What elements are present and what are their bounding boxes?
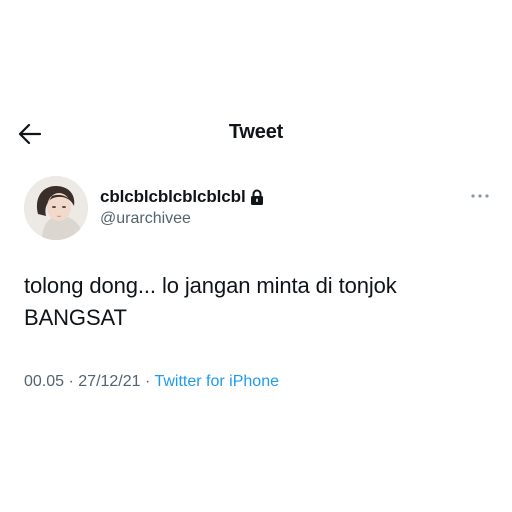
tweet-text-line: BANGSAT bbox=[24, 305, 127, 330]
display-name[interactable]: cblcblcblcblcblcbl bbox=[100, 187, 246, 207]
lock-icon bbox=[250, 189, 264, 205]
tweet-detail-page: Tweet cblcblcblcblcblcbl @urarchivee tol… bbox=[0, 0, 512, 512]
more-options-button[interactable] bbox=[468, 188, 492, 204]
tweet-date[interactable]: 27/12/21 bbox=[78, 373, 140, 390]
tweet-text: tolong dong... lo jangan minta di tonjok… bbox=[24, 270, 494, 334]
profile-photo bbox=[24, 176, 88, 240]
tweet-source-link[interactable]: Twitter for iPhone bbox=[154, 373, 279, 390]
tweet-time[interactable]: 00.05 bbox=[24, 373, 64, 390]
more-horizontal-icon bbox=[471, 194, 489, 198]
header-bar: Tweet bbox=[0, 116, 512, 152]
tweet-text-line: tolong dong... lo jangan minta di tonjok bbox=[24, 273, 397, 298]
avatar[interactable] bbox=[24, 176, 88, 240]
meta-separator: · bbox=[140, 373, 155, 390]
user-handle[interactable]: @urarchivee bbox=[100, 210, 191, 228]
display-name-row: cblcblcblcblcblcbl bbox=[100, 186, 264, 208]
page-title: Tweet bbox=[228, 121, 284, 143]
tweet-metadata: 00.05 · 27/12/21 · Twitter for iPhone bbox=[24, 373, 279, 391]
meta-separator: · bbox=[64, 373, 79, 390]
